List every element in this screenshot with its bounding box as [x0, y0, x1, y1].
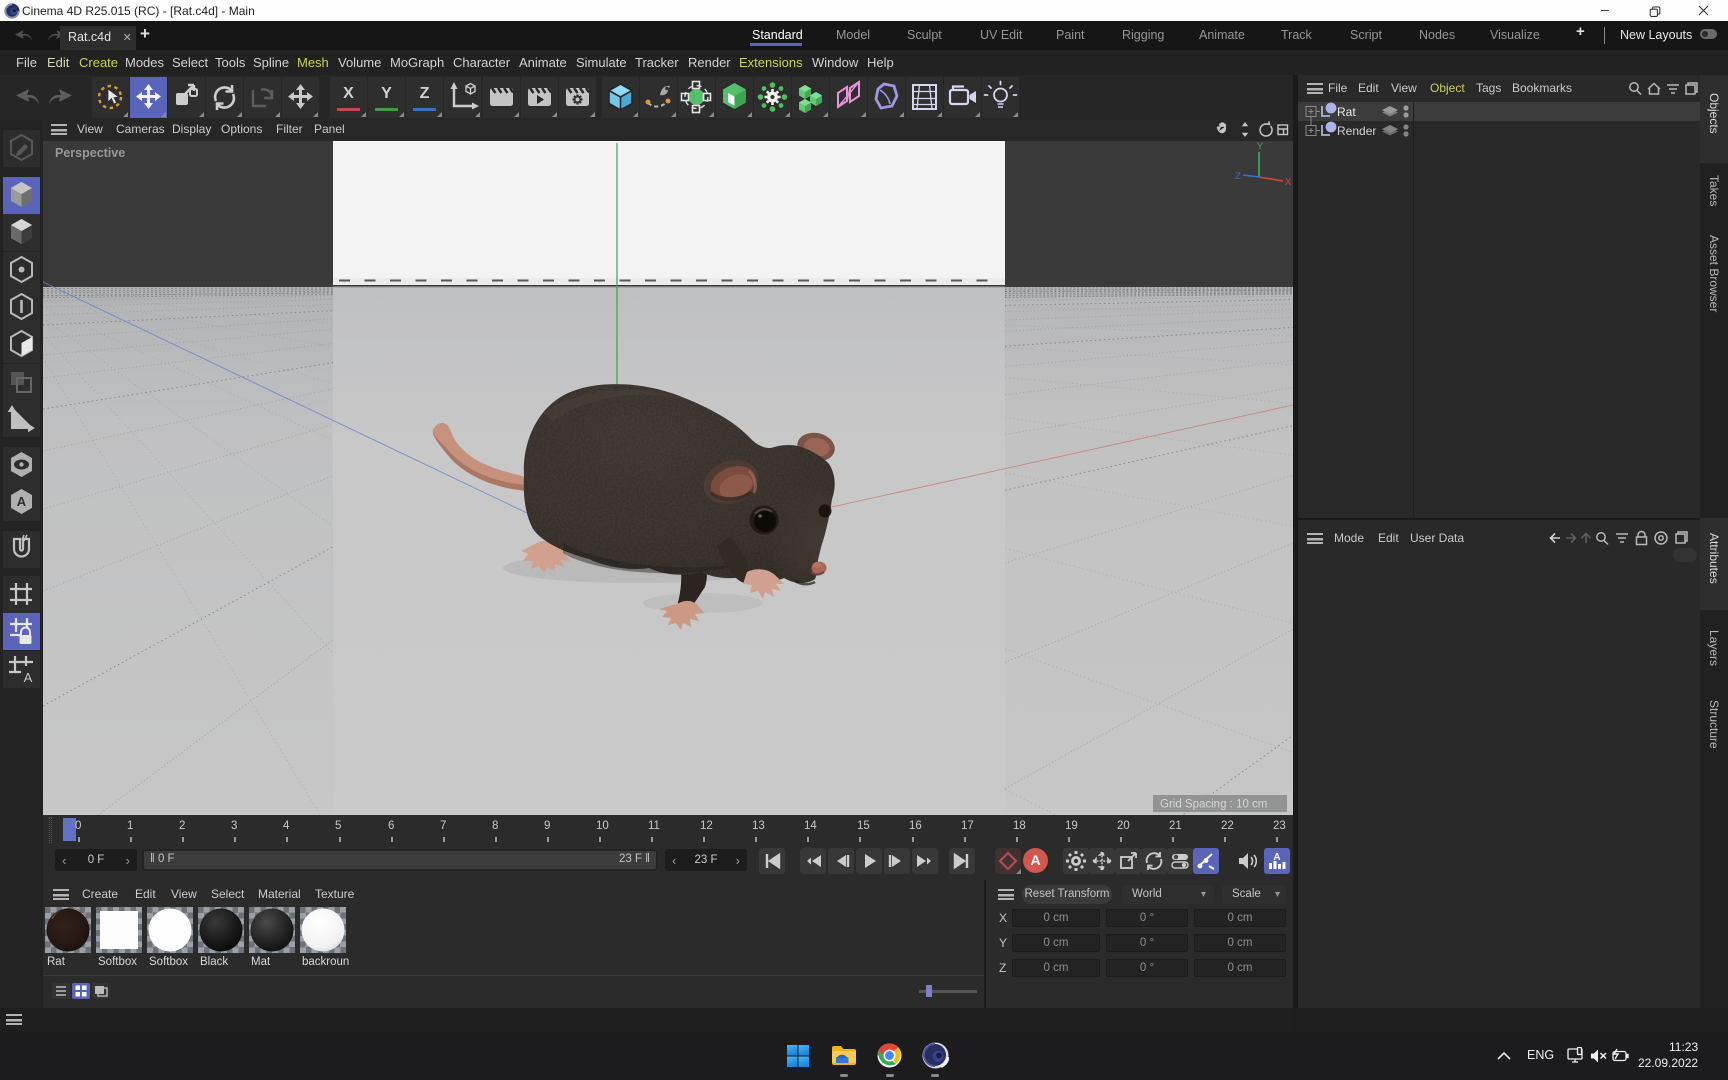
svg-text:X: X — [1285, 177, 1292, 188]
svg-text:Z: Z — [1235, 171, 1241, 182]
svg-text:Grid Spacing : 10 cm: Grid Spacing : 10 cm — [1160, 799, 1267, 811]
svg-text:A: A — [17, 494, 27, 509]
svg-text:Perspective: Perspective — [55, 146, 125, 160]
svg-text:A: A — [24, 670, 33, 685]
svg-text:Y: Y — [1257, 141, 1264, 152]
